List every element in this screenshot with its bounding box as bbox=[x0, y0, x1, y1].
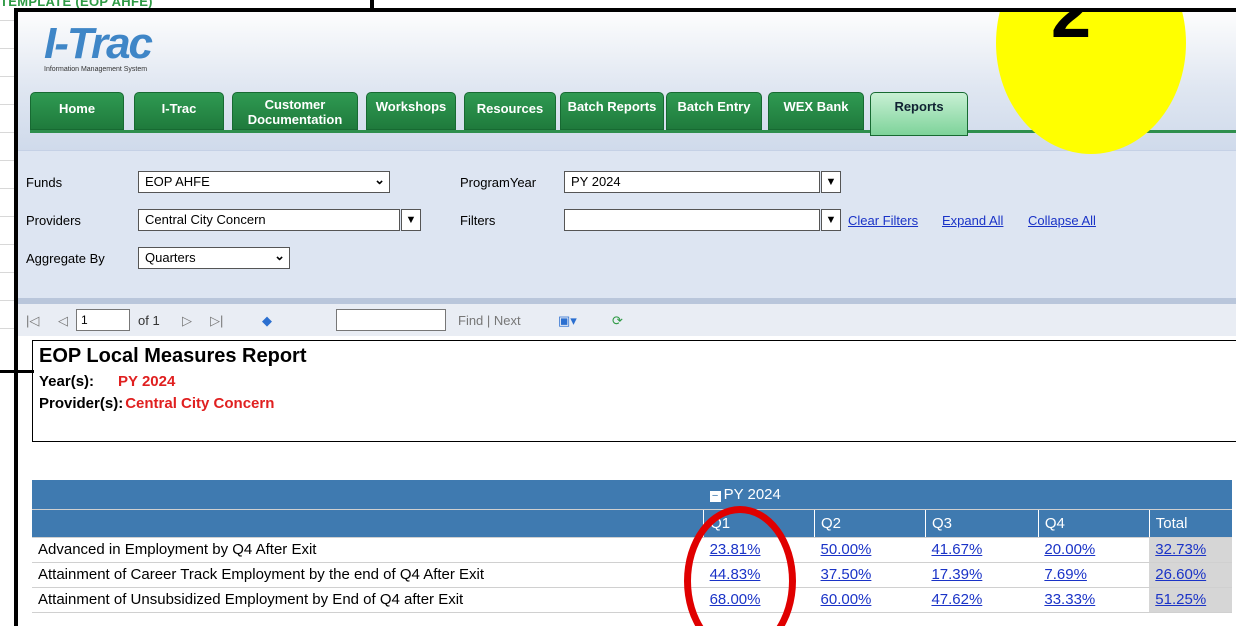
clear-filters-link[interactable]: Clear Filters bbox=[848, 213, 918, 228]
filter-panel: Funds EOP AHFE ⌄ ProgramYear PY 2024 ▼ P… bbox=[18, 150, 1236, 298]
report-toolbar: |◁ ◁ of 1 ▷ ▷| ◆ Find | Next ▣▾ ⟳ bbox=[18, 298, 1236, 336]
tab-itrac[interactable]: I-Trac bbox=[134, 92, 224, 130]
column-header-row: Q1 Q2 Q3 Q4 Total bbox=[32, 509, 1232, 538]
column-header-q4: Q4 bbox=[1037, 509, 1150, 538]
row-label: Attainment of Unsubsidized Employment by… bbox=[32, 587, 704, 613]
background-title: TEMPLATE (EOP AHFE) bbox=[0, 0, 153, 8]
tab-reports[interactable]: Reports bbox=[870, 92, 968, 136]
column-header-total: Total bbox=[1148, 509, 1232, 538]
group-header-row: − PY 2024 bbox=[32, 480, 1232, 510]
aggregate-by-label: Aggregate By bbox=[26, 251, 105, 266]
collapse-toggle-icon[interactable]: − bbox=[709, 490, 721, 502]
provider-value: Central City Concern bbox=[125, 395, 275, 412]
collapse-all-link[interactable]: Collapse All bbox=[1028, 213, 1096, 228]
logo-subtitle: Information Management System bbox=[44, 66, 148, 73]
total-link[interactable]: 51.25% bbox=[1155, 591, 1206, 608]
filters-label: Filters bbox=[460, 213, 496, 228]
first-page-icon[interactable]: |◁ bbox=[26, 313, 39, 329]
value-link[interactable]: 33.33% bbox=[1044, 591, 1095, 608]
step-number: 2 bbox=[1051, 8, 1092, 53]
value-link[interactable]: 50.00% bbox=[821, 541, 872, 558]
value-link[interactable]: 60.00% bbox=[821, 591, 872, 608]
value-link[interactable]: 17.39% bbox=[931, 566, 982, 583]
chevron-down-icon[interactable]: ▼ bbox=[821, 171, 841, 193]
row-label: Attainment of Career Track Employment by… bbox=[32, 562, 704, 588]
back-to-parent-icon[interactable]: ◆ bbox=[262, 313, 272, 329]
prev-page-icon[interactable]: ◁ bbox=[58, 313, 68, 329]
page-of-text: of 1 bbox=[138, 313, 160, 328]
chevron-down-icon[interactable]: ▼ bbox=[821, 209, 841, 231]
provider-label: Provider(s): bbox=[39, 395, 124, 412]
tab-wex-bank[interactable]: WEX Bank bbox=[768, 92, 864, 130]
table-row: Advanced in Employment by Q4 After Exit … bbox=[32, 537, 1232, 563]
expand-all-link[interactable]: Expand All bbox=[942, 213, 1003, 228]
program-year-value: PY 2024 bbox=[571, 174, 621, 189]
table-row: Attainment of Unsubsidized Employment by… bbox=[32, 587, 1232, 613]
blank-header-cell bbox=[32, 480, 704, 510]
aggregate-by-value: Quarters bbox=[145, 250, 196, 265]
chevron-down-icon: ⌄ bbox=[374, 172, 385, 187]
year-label: Year(s): bbox=[39, 373, 95, 390]
itrac-window: I-Trac Information Management System Hom… bbox=[14, 8, 1236, 626]
funds-dropdown[interactable]: EOP AHFE ⌄ bbox=[138, 171, 390, 193]
aggregate-by-dropdown[interactable]: Quarters ⌄ bbox=[138, 247, 290, 269]
funds-value: EOP AHFE bbox=[145, 174, 210, 189]
tab-batch-reports[interactable]: Batch Reports bbox=[560, 92, 664, 130]
next-page-icon[interactable]: ▷ bbox=[182, 313, 192, 329]
background-sheet bbox=[0, 0, 14, 626]
find-text-input[interactable] bbox=[336, 309, 446, 331]
program-year-dropdown[interactable]: PY 2024 ▼ bbox=[564, 171, 841, 193]
column-header-q2: Q2 bbox=[814, 509, 926, 538]
total-link[interactable]: 32.73% bbox=[1155, 541, 1206, 558]
value-link[interactable]: 41.67% bbox=[931, 541, 982, 558]
chevron-down-icon: ⌄ bbox=[274, 248, 285, 263]
outer-divider bbox=[0, 370, 34, 373]
year-value: PY 2024 bbox=[118, 373, 176, 390]
tab-batch-entry[interactable]: Batch Entry bbox=[666, 92, 762, 130]
funds-label: Funds bbox=[26, 175, 63, 190]
providers-dropdown[interactable]: Central City Concern ▼ bbox=[138, 209, 421, 231]
tab-home[interactable]: Home bbox=[30, 92, 124, 130]
itrac-logo: I-Trac Information Management System bbox=[44, 19, 153, 74]
report-provider: Provider(s): Central City Concern bbox=[39, 395, 274, 412]
filters-dropdown[interactable]: ▼ bbox=[564, 209, 841, 231]
tab-workshops[interactable]: Workshops bbox=[366, 92, 456, 130]
value-link[interactable]: 47.62% bbox=[931, 591, 982, 608]
page-number-input[interactable] bbox=[76, 309, 130, 331]
find-next-link[interactable]: Find | Next bbox=[458, 313, 521, 328]
providers-label: Providers bbox=[26, 213, 81, 228]
export-icon[interactable]: ▣▾ bbox=[558, 313, 577, 329]
group-header-label: PY 2024 bbox=[723, 485, 781, 503]
last-page-icon[interactable]: ▷| bbox=[210, 313, 223, 329]
providers-value: Central City Concern bbox=[145, 212, 266, 227]
group-header-cell: − PY 2024 bbox=[703, 480, 1232, 510]
row-label: Advanced in Employment by Q4 After Exit bbox=[32, 537, 704, 563]
table-row: Attainment of Career Track Employment by… bbox=[32, 562, 1232, 588]
report-year: Year(s): PY 2024 bbox=[39, 373, 175, 390]
value-link[interactable]: 7.69% bbox=[1044, 566, 1087, 583]
report-title: EOP Local Measures Report bbox=[39, 345, 307, 367]
measures-table: − PY 2024 Q1 Q2 Q3 Q4 Total Advanced in E… bbox=[32, 480, 1232, 613]
logo-mark: I-Trac bbox=[44, 19, 153, 68]
tab-customer-documentation[interactable]: Customer Documentation bbox=[232, 92, 358, 130]
column-header-q3: Q3 bbox=[924, 509, 1039, 538]
total-link[interactable]: 26.60% bbox=[1155, 566, 1206, 583]
blank-header-cell bbox=[32, 509, 704, 538]
program-year-label: ProgramYear bbox=[460, 175, 537, 190]
refresh-icon[interactable]: ⟳ bbox=[612, 313, 623, 329]
chevron-down-icon[interactable]: ▼ bbox=[401, 209, 421, 231]
value-link[interactable]: 37.50% bbox=[821, 566, 872, 583]
value-link[interactable]: 20.00% bbox=[1044, 541, 1095, 558]
report-header: EOP Local Measures Report Year(s): PY 202… bbox=[32, 340, 1236, 442]
tab-resources[interactable]: Resources bbox=[464, 92, 556, 130]
